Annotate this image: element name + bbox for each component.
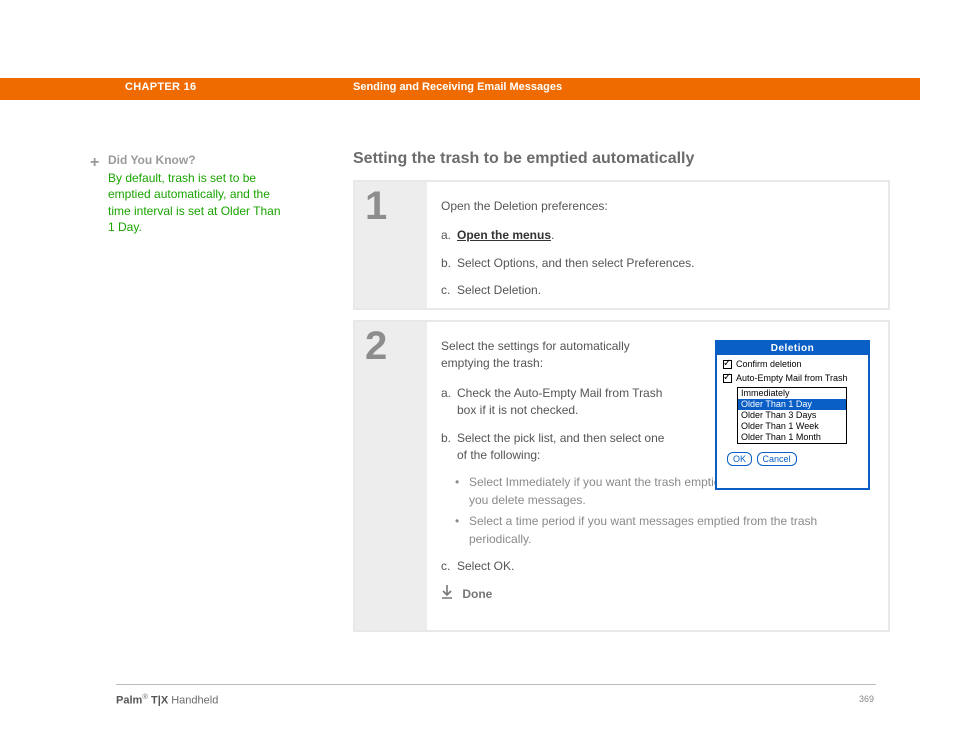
chk-label: Confirm deletion bbox=[736, 359, 802, 369]
dyk-heading: Did You Know? bbox=[108, 152, 288, 168]
ok-button[interactable]: OK bbox=[727, 452, 752, 466]
pick-option[interactable]: Older Than 3 Days bbox=[738, 410, 846, 421]
checkbox-icon bbox=[723, 360, 732, 369]
step2-c-text: Select OK. bbox=[457, 559, 514, 573]
step2-a: a. Check the Auto-Empty Mail from Trash … bbox=[441, 385, 666, 420]
model-name: T|X bbox=[148, 695, 168, 707]
dialog-title: Deletion bbox=[717, 342, 868, 355]
brand-suffix: Handheld bbox=[168, 695, 218, 707]
chapter-label: CHAPTER 16 bbox=[125, 81, 196, 93]
list-label: b. bbox=[441, 255, 451, 272]
page-number: 369 bbox=[859, 694, 874, 704]
step1-c-text: Select Deletion. bbox=[457, 283, 541, 297]
step-1-box: 1 Open the Deletion preferences: a. Open… bbox=[353, 180, 890, 310]
step-2-box: 2 Select the settings for automatically … bbox=[353, 320, 890, 632]
step-1-body: Open the Deletion preferences: a. Open t… bbox=[441, 198, 876, 300]
open-menus-link[interactable]: Open the menus bbox=[457, 228, 551, 242]
step1-b: b. Select Options, and then select Prefe… bbox=[441, 255, 876, 272]
brand-name: Palm bbox=[116, 695, 142, 707]
list-label: a. bbox=[441, 227, 451, 244]
auto-empty-checkbox[interactable]: Auto-Empty Mail from Trash bbox=[723, 373, 862, 383]
step2-bullet-2: Select a time period if you want message… bbox=[441, 513, 876, 548]
dyk-body: By default, trash is set to be emptied a… bbox=[108, 170, 288, 235]
pick-option[interactable]: Older Than 1 Week bbox=[738, 421, 846, 432]
plus-icon: + bbox=[90, 152, 99, 174]
list-label: c. bbox=[441, 282, 450, 299]
period: . bbox=[551, 228, 554, 242]
step2-intro: Select the settings for automatically em… bbox=[441, 338, 666, 373]
footer-rule bbox=[116, 684, 876, 685]
done-row: Done bbox=[441, 585, 876, 604]
list-label: b. bbox=[441, 430, 451, 447]
cancel-button[interactable]: Cancel bbox=[757, 452, 797, 466]
step2-c: c. Select OK. bbox=[441, 558, 876, 575]
chapter-topic: Sending and Receiving Email Messages bbox=[353, 81, 562, 93]
list-label: c. bbox=[441, 558, 450, 575]
interval-picklist[interactable]: Immediately Older Than 1 Day Older Than … bbox=[737, 387, 847, 444]
chk-label: Auto-Empty Mail from Trash bbox=[736, 373, 848, 383]
list-label: a. bbox=[441, 385, 451, 402]
sidebar-tip: + Did You Know? By default, trash is set… bbox=[108, 152, 288, 235]
pick-option[interactable]: Older Than 1 Month bbox=[738, 432, 846, 443]
done-label: Done bbox=[462, 587, 492, 601]
step-num-col: 1 bbox=[355, 182, 427, 308]
done-arrow-icon bbox=[441, 585, 453, 604]
footer-brand: Palm® T|X Handheld bbox=[116, 692, 218, 707]
step1-c: c. Select Deletion. bbox=[441, 282, 876, 299]
step1-b-text: Select Options, and then select Preferen… bbox=[457, 256, 694, 270]
pick-option[interactable]: Immediately bbox=[738, 388, 846, 399]
step2-b-text: Select the pick list, and then select on… bbox=[457, 431, 664, 462]
step-num-col: 2 bbox=[355, 322, 427, 630]
step-number: 2 bbox=[365, 324, 387, 369]
step2-a-text: Check the Auto-Empty Mail from Trash box… bbox=[457, 386, 662, 417]
step1-a: a. Open the menus. bbox=[441, 227, 876, 244]
pick-option-selected[interactable]: Older Than 1 Day bbox=[738, 399, 846, 410]
step1-intro: Open the Deletion preferences: bbox=[441, 198, 876, 215]
step2-b: b. Select the pick list, and then select… bbox=[441, 430, 666, 465]
section-title: Setting the trash to be emptied automati… bbox=[353, 150, 694, 168]
palm-deletion-dialog: Deletion Confirm deletion Auto-Empty Mai… bbox=[715, 340, 870, 490]
step-number: 1 bbox=[365, 184, 387, 229]
confirm-deletion-checkbox[interactable]: Confirm deletion bbox=[723, 359, 862, 369]
checkbox-icon bbox=[723, 374, 732, 383]
